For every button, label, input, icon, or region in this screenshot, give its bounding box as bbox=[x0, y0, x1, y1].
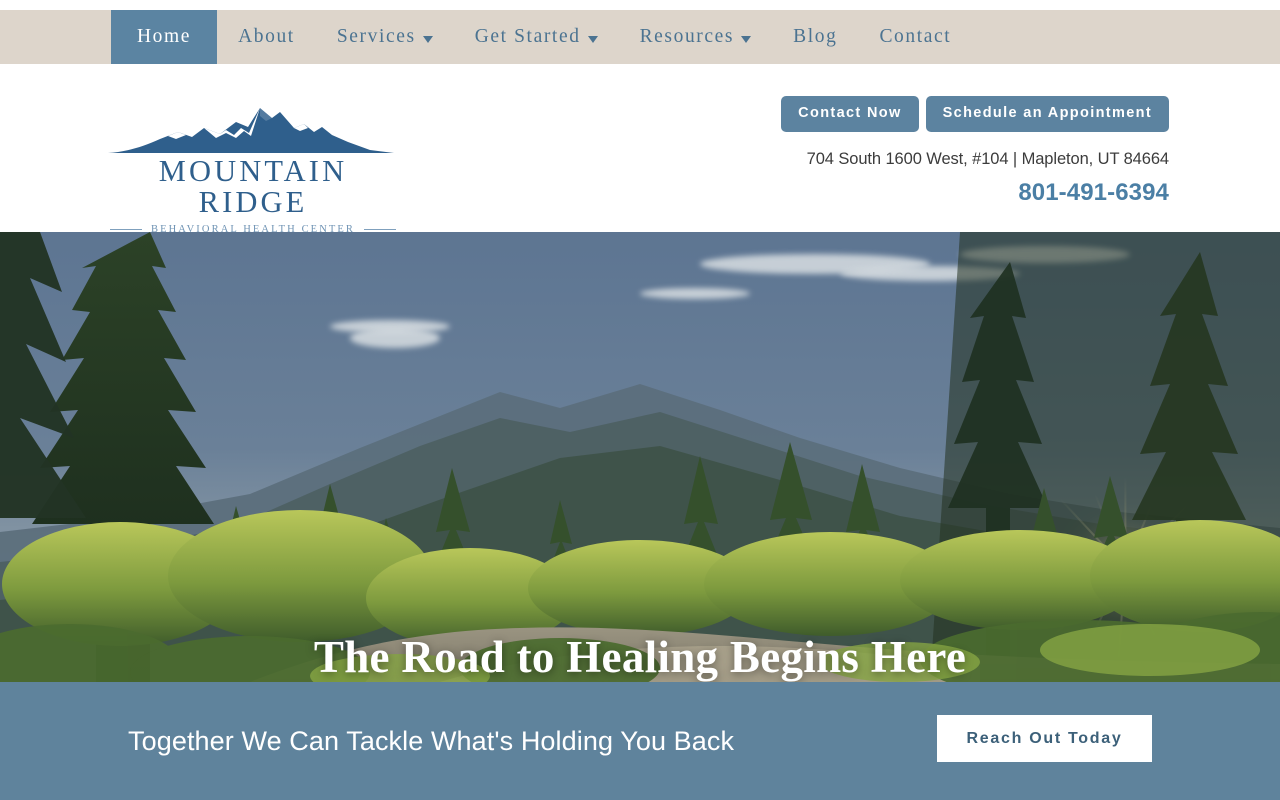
chevron-down-icon bbox=[741, 35, 752, 43]
top-white-strip bbox=[0, 0, 1280, 10]
nav-label-blog: Blog bbox=[793, 26, 838, 47]
nav-label-resources: Resources bbox=[639, 26, 735, 47]
contact-now-button[interactable]: Contact Now bbox=[781, 96, 919, 132]
nav-item-about[interactable]: About bbox=[217, 10, 316, 64]
header-phone-number[interactable]: 801-491-6394 bbox=[781, 179, 1169, 207]
mountain-peaks-icon bbox=[108, 108, 394, 153]
nav-label-get-started: Get Started bbox=[474, 26, 581, 47]
nav-label-contact: Contact bbox=[879, 26, 952, 47]
site-logo[interactable]: MOUNTAIN RIDGE BEHAVIORAL HEALTH CENTER bbox=[108, 102, 398, 235]
nav-item-get-started[interactable]: Get Started bbox=[454, 10, 619, 64]
nav-label-services: Services bbox=[336, 26, 416, 47]
nav-item-services[interactable]: Services bbox=[316, 10, 454, 64]
hero-headline: The Road to Healing Begins Here bbox=[313, 632, 967, 682]
hero-foreground-forest bbox=[0, 232, 1280, 682]
logo-rule-left bbox=[110, 228, 142, 231]
nav-item-resources[interactable]: Resources bbox=[619, 10, 773, 64]
cta-headline: Together We Can Tackle What's Holding Yo… bbox=[128, 725, 735, 756]
chevron-down-icon bbox=[587, 35, 598, 43]
logo-rule-right bbox=[364, 228, 397, 231]
chevron-down-icon bbox=[422, 35, 433, 43]
schedule-appointment-button[interactable]: Schedule an Appointment bbox=[925, 96, 1169, 132]
main-navigation: Home About Services Get Started Resource… bbox=[0, 10, 1280, 64]
header-button-row: Contact Now Schedule an Appointment bbox=[781, 96, 1169, 132]
header-address: 704 South 1600 West, #104 | Mapleton, UT… bbox=[806, 149, 1169, 168]
page-root: Home About Services Get Started Resource… bbox=[0, 0, 1280, 800]
logo-wordmark: MOUNTAIN RIDGE bbox=[158, 154, 348, 219]
nav-item-home[interactable]: Home bbox=[111, 10, 218, 64]
nav-item-blog[interactable]: Blog bbox=[772, 10, 858, 64]
nav-item-contact[interactable]: Contact bbox=[858, 10, 972, 64]
nav-label-home: Home bbox=[137, 26, 192, 47]
nav-label-about: About bbox=[238, 26, 295, 47]
reach-out-today-button[interactable]: Reach Out Today bbox=[937, 715, 1152, 762]
site-header: MOUNTAIN RIDGE BEHAVIORAL HEALTH CENTER … bbox=[0, 64, 1280, 235]
header-contact-block: Contact Now Schedule an Appointment 704 … bbox=[781, 96, 1169, 207]
hero-banner: The Road to Healing Begins Here bbox=[0, 232, 1280, 682]
